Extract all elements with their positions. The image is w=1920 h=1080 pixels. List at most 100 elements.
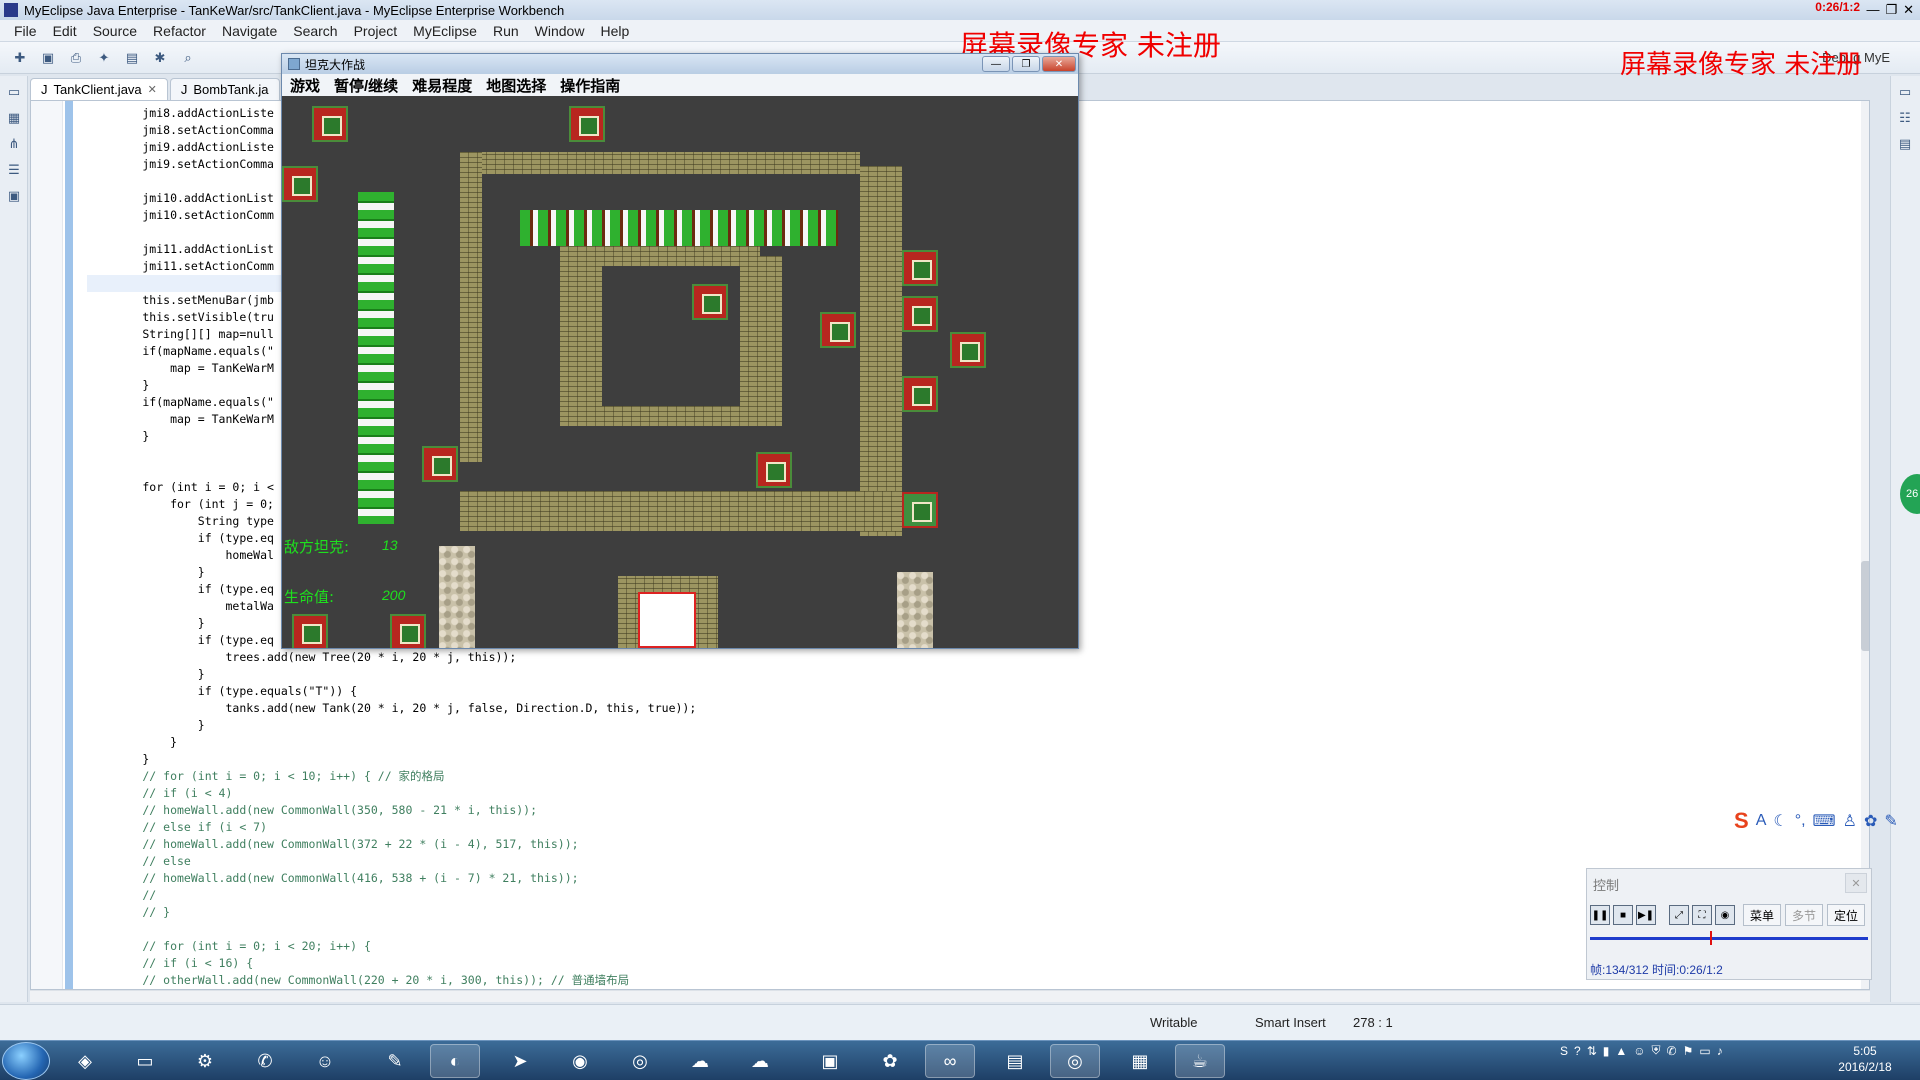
recorder-locate-button[interactable]: 定位 [1827,904,1866,926]
chrome-icon[interactable]: ◎ [615,1044,665,1078]
horizontal-scrollbar[interactable] [30,990,1870,1002]
cmd-icon[interactable]: ▭ [120,1044,170,1078]
code-line[interactable]: // else [87,853,696,870]
start-button[interactable] [2,1042,50,1080]
next-icon[interactable]: ▶❚ [1636,905,1656,925]
qq-tray-icon[interactable]: ☺ [1633,1044,1645,1058]
search-icon[interactable]: ⌕ [178,48,198,68]
console-icon[interactable]: ▣ [4,186,24,206]
security-tray-icon[interactable]: ⛨ [1652,1043,1661,1058]
code-line[interactable]: // [87,887,696,904]
help-tray-icon[interactable]: ? [1574,1044,1581,1058]
playback-progress-marker[interactable] [1709,931,1712,945]
game-maximize-button[interactable]: ❐ [1012,56,1040,72]
fullscreen-icon[interactable]: ⛶ [1692,905,1712,925]
new-icon[interactable]: ✚ [10,48,30,68]
battery-tray-icon[interactable]: ▮ [1603,1044,1610,1058]
code-line[interactable]: // homeWall.add(new CommonWall(372 + 22 … [87,836,696,853]
pause-icon[interactable]: ❚❚ [1590,905,1610,925]
debug-icon[interactable]: ✱ [150,48,170,68]
code-line[interactable]: // homeWall.add(new CommonWall(350, 580 … [87,802,696,819]
wechat-tray-icon[interactable]: ✆ [1667,1044,1677,1058]
recorder-app-icon[interactable]: ▣ [805,1044,855,1078]
code-line[interactable] [87,921,696,938]
ime-punct-icon[interactable]: °, [1795,812,1806,830]
game-minimize-button[interactable]: — [982,56,1010,72]
eclipse-8-icon[interactable]: ∞ [925,1044,975,1078]
vertical-scrollbar[interactable] [1861,101,1869,989]
show-hidden-icons[interactable]: ▲ [1615,1044,1627,1058]
hierarchy-icon[interactable]: ⋔ [4,134,24,154]
menu-source[interactable]: Source [85,23,145,39]
code-line[interactable]: // } [87,904,696,921]
code-line[interactable]: trees.add(new Tree(20 * i, 20 * j, this)… [87,649,696,666]
restore-icon[interactable]: ❐ [1885,2,1897,18]
code-line[interactable]: } [87,734,696,751]
game-close-button[interactable]: ✕ [1042,56,1076,72]
flag-tray-icon[interactable]: ⚑ [1683,1044,1694,1058]
speed-icon[interactable]: ◉ [1715,905,1735,925]
system-clock[interactable]: 5:05 2016/2/18 [1815,1043,1915,1075]
rabbit-icon[interactable]: ✿ [865,1044,915,1078]
code-line[interactable]: // for (int i = 0; i < 20; i++) { [87,938,696,955]
taskbar-app-icon[interactable]: ◈ [60,1044,110,1078]
ime-user-icon[interactable]: ♙ [1843,811,1857,831]
restore-view-icon-right[interactable]: ▭ [1895,82,1915,102]
baidu-cloud-icon[interactable]: ☁ [675,1044,725,1078]
volume-tray-icon[interactable]: ♪ [1717,1044,1723,1058]
java-app-task-icon[interactable]: ☕ [1175,1044,1225,1078]
firefox-icon[interactable]: ◉ [555,1044,605,1078]
settings-gear-icon[interactable]: ⚙ [180,1044,230,1078]
code-line[interactable]: // homeWall.add(new CommonWall(416, 538 … [87,870,696,887]
package-explorer-icon[interactable]: ▦ [4,108,24,128]
minimize-icon[interactable]: — [1866,2,1879,18]
code-line[interactable]: if (type.equals("T")) { [87,683,696,700]
code-line[interactable]: } [87,751,696,768]
ime-keyboard-icon[interactable]: ⌨ [1813,811,1836,831]
editor-app-icon[interactable]: ✎ [370,1044,420,1078]
menu-file[interactable]: File [6,23,45,39]
recorder-close-icon[interactable]: ✕ [1845,873,1867,893]
stop-icon[interactable]: ■ [1613,905,1633,925]
fit-window-icon[interactable]: ⤢ [1669,905,1689,925]
game-menu-difficulty[interactable]: 难易程度 [412,75,472,96]
code-line[interactable]: // for (int i = 0; i < 10; i++) { // 家的格… [87,768,696,785]
outline-icon[interactable]: ☰ [4,160,24,180]
display-tray-icon[interactable]: ▭ [1699,1044,1710,1058]
menu-window[interactable]: Window [527,23,593,39]
code-line[interactable]: // if (i < 16) { [87,955,696,972]
restore-view-icon[interactable]: ▭ [4,82,24,102]
outline-view-icon[interactable]: ☷ [1895,108,1915,128]
scrollbar-thumb[interactable] [1861,561,1869,651]
ime-skin-icon[interactable]: ✿ [1864,811,1877,831]
menu-refactor[interactable]: Refactor [145,23,214,39]
new-wizard-icon[interactable]: ✦ [94,48,114,68]
network-tray-icon[interactable]: ⇅ [1587,1044,1597,1058]
menu-navigate[interactable]: Navigate [214,23,285,39]
tasks-view-icon[interactable]: ▤ [1895,134,1915,154]
wechat-icon[interactable]: ✆ [240,1044,290,1078]
game-menu-map[interactable]: 地图选择 [486,75,546,96]
chrome-active-icon[interactable]: ◎ [1050,1044,1100,1078]
code-line[interactable]: tanks.add(new Tank(20 * i, 20 * j, false… [87,700,696,717]
game-menu-guide[interactable]: 操作指南 [560,75,620,96]
menu-myeclipse[interactable]: MyEclipse [405,23,485,39]
menu-search[interactable]: Search [285,23,345,39]
code-line[interactable]: // otherWall.add(new CommonWall(220 + 20… [87,972,696,989]
print-icon[interactable]: ⎙ [66,48,86,68]
myeclipse-task-icon[interactable]: ◐ [430,1044,480,1078]
cloud-icon[interactable]: ☁ [735,1044,785,1078]
save-icon[interactable]: ▣ [38,48,58,68]
recorder-menu-button[interactable]: 菜单 [1743,904,1782,926]
tab-bombtank[interactable]: J BombTank.ja [169,78,280,100]
ime-mode-icon[interactable]: A [1756,812,1767,830]
code-line[interactable]: // else if (i < 7) [87,819,696,836]
menu-help[interactable]: Help [592,23,637,39]
playback-progress-track[interactable] [1590,937,1868,940]
sogou-logo-icon[interactable]: S [1734,808,1749,834]
ime-tools-icon[interactable]: ✎ [1884,811,1897,831]
code-line[interactable]: // if (i < 4) [87,785,696,802]
server-icon[interactable]: ▤ [122,48,142,68]
calculator-icon[interactable]: ▦ [1115,1044,1165,1078]
code-line[interactable]: } [87,666,696,683]
